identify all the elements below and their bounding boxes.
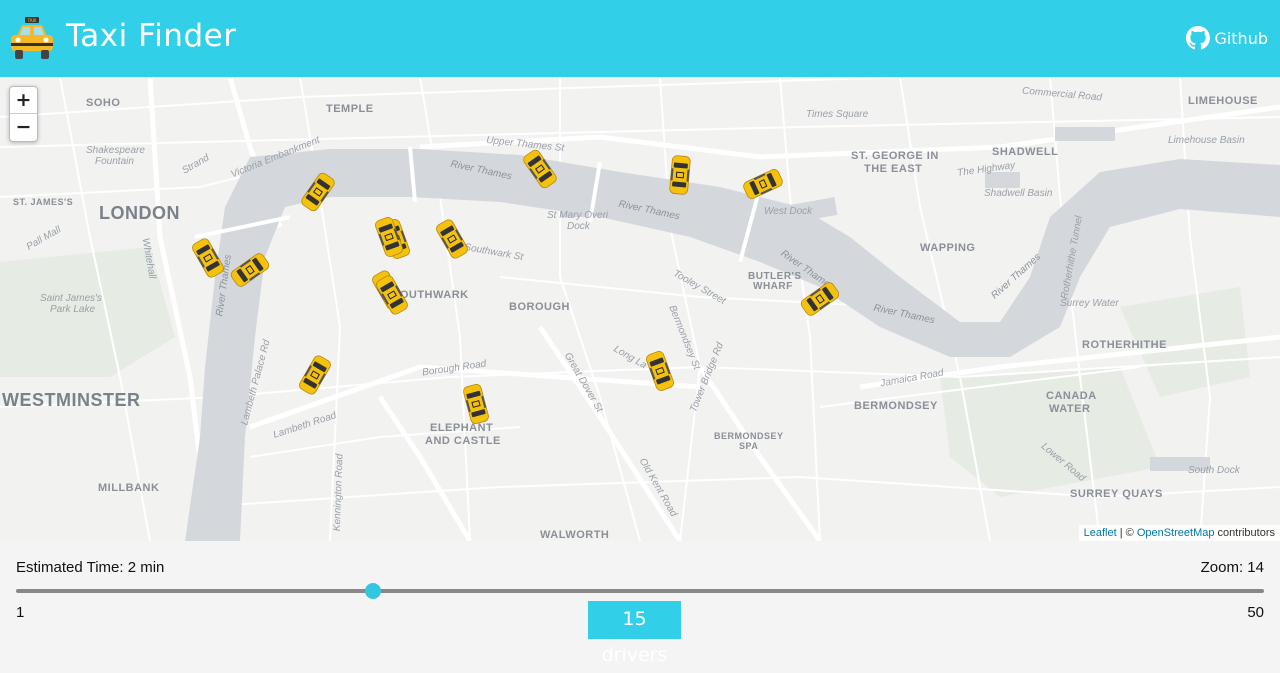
poi-label: St Mary Overi <box>547 210 609 221</box>
map-tiles[interactable] <box>0 77 1280 541</box>
zoom-in-button[interactable]: + <box>10 87 37 114</box>
app-title: Taxi Finder <box>66 18 237 54</box>
drivers-slider-thumb[interactable] <box>364 583 381 599</box>
place-label: THE EAST <box>864 163 923 175</box>
github-link[interactable]: Github <box>1186 24 1268 52</box>
attribution-separator: | © <box>1116 527 1137 539</box>
poi-label: Surrey Water <box>1060 298 1119 309</box>
place-label: SHADWELL <box>992 146 1059 158</box>
place-label: BOROUGH <box>509 301 570 313</box>
slider-max-label: 50 <box>1247 604 1264 621</box>
place-label: BERMONDSEY <box>854 400 938 412</box>
place-label: LONDON <box>99 203 180 223</box>
poi-label: West Dock <box>764 206 813 217</box>
app-header: TAXI Taxi Finder Github <box>0 0 1280 77</box>
taxi-icon: TAXI <box>11 17 53 59</box>
place-label: WALWORTH <box>540 529 610 541</box>
poi-label: Limehouse Basin <box>1168 135 1245 146</box>
place-label: BERMONDSEY <box>714 431 784 441</box>
attribution-suffix: contributors <box>1214 527 1275 539</box>
estimated-time: Estimated Time: 2 min <box>16 559 165 576</box>
poi-label: Saint James's <box>40 293 102 304</box>
drivers-slider[interactable] <box>16 583 1264 599</box>
drivers-count-badge: 15 drivers <box>588 601 681 666</box>
poi-label: Dock <box>567 221 590 232</box>
slider-min-label: 1 <box>16 604 25 621</box>
github-label: Github <box>1214 28 1268 48</box>
map-attribution: Leaflet | © OpenStreetMap contributors <box>1078 525 1280 541</box>
place-label: ELEPHANT <box>430 422 494 434</box>
zoom-control: + − <box>9 86 38 142</box>
place-label: WHARF <box>753 281 793 292</box>
zoom-out-button[interactable]: − <box>10 114 37 140</box>
svg-text:TAXI: TAXI <box>27 18 37 23</box>
github-icon <box>1186 26 1211 50</box>
poi-label: Fountain <box>95 156 134 167</box>
poi-label: Shakespeare <box>86 145 145 156</box>
poi-label: Park Lake <box>50 304 96 315</box>
place-label: LIMEHOUSE <box>1188 95 1258 107</box>
place-label: MILLBANK <box>98 482 160 494</box>
place-label: TEMPLE <box>326 103 374 115</box>
control-panel: Estimated Time: 2 min Zoom: 14 1 50 15 d… <box>0 541 1280 666</box>
place-label: SOHO <box>86 97 121 109</box>
place-label: WESTMINSTER <box>2 390 141 410</box>
place-label: WAPPING <box>920 242 976 254</box>
osm-link[interactable]: OpenStreetMap <box>1137 527 1215 539</box>
place-label: ST. GEORGE IN <box>851 150 939 162</box>
place-label: CANADA <box>1046 390 1097 402</box>
poi-label: Times Square <box>806 109 869 120</box>
place-label: WATER <box>1049 403 1091 415</box>
map-view[interactable]: SOHO TEMPLE LONDON ST. JAMES'S WESTMINST… <box>0 77 1280 541</box>
place-label: SPA <box>739 441 759 451</box>
place-label: ROTHERHITHE <box>1082 339 1167 351</box>
zoom-level: Zoom: 14 <box>1200 559 1264 576</box>
place-label: SURREY QUAYS <box>1070 488 1163 500</box>
place-label: AND CASTLE <box>425 435 501 447</box>
poi-label: Shadwell Basin <box>984 188 1053 199</box>
place-label: ST. JAMES'S <box>13 197 74 207</box>
poi-label: South Dock <box>1188 465 1240 476</box>
taxi-car-icon[interactable] <box>668 154 691 196</box>
leaflet-link[interactable]: Leaflet <box>1084 527 1117 539</box>
